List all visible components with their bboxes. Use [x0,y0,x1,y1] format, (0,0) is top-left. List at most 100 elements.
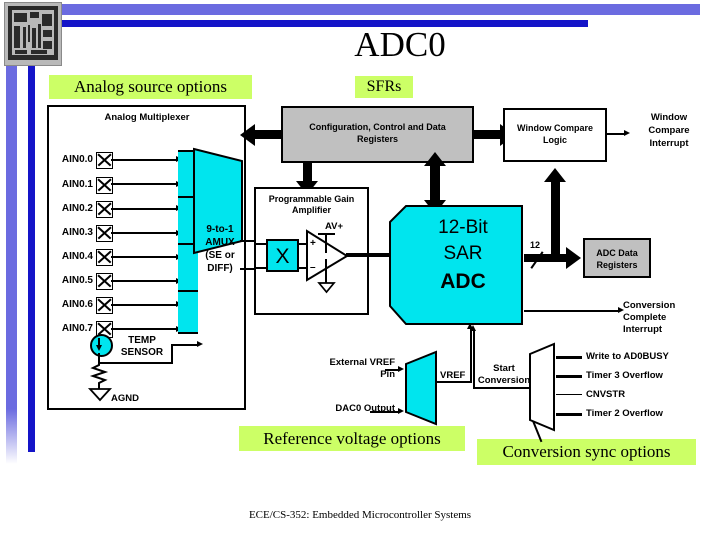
vref-mux-trapezoid [405,350,437,426]
conversion-complete-line3: Interrupt [623,324,663,335]
agnd-icon [87,388,113,402]
pga-supply-stem [325,233,327,253]
pga-gain-symbol: X [275,245,290,268]
vref-out-wire-horz [436,381,472,383]
sync-source-wire-3 [556,413,582,416]
adc-bus-arrow-head [566,247,581,269]
adc-label-line2: SAR [443,243,483,264]
callout-analog-source: Analog source options [49,75,252,99]
external-vref-wire [385,369,399,371]
start-conversion-arrow [470,325,476,331]
sync-source-label-2: CNVSTR [586,389,626,400]
adc-bus-shaft [524,254,570,262]
ain-label-3: AIN0.3 [61,227,93,238]
window-interrupt-line3: Interrupt [649,138,689,149]
pga-in-bot [254,267,267,269]
chip-die-photo [4,2,62,66]
amux-label-line4: DIFF) [207,263,233,274]
sync-source-label-1: Timer 3 Overflow [586,370,663,381]
dac0-output-wire [370,411,399,413]
decor-frame-left [28,20,35,452]
callout-conversion-sync: Conversion sync options [477,439,696,465]
pga-title-line1: Programmable Gain [268,194,355,204]
adc-data-registers-line1: ADC Data [596,248,638,258]
page-title: ADC0 [354,25,446,64]
ain-wire-4 [111,256,176,259]
sfr-arrow-left-head [240,124,255,146]
window-compare-line1: Window Compare [517,123,593,133]
pga-in-top [254,243,267,245]
start-conversion-wire-vert [473,330,475,388]
ain-switch-1[interactable] [96,177,113,194]
pga-supply-label: AV+ [325,221,344,232]
adc-label-line1: 12-Bit [438,217,488,238]
conversion-complete-wire [524,310,619,312]
sync-source-wire-2 [556,394,582,396]
ain-label-6: AIN0.6 [61,299,93,310]
sync-source-label-0: Write to AD0BUSY [586,351,669,362]
agnd-label: AGND [111,393,139,404]
adc-label-line3: ADC [440,270,486,293]
resistor-icon [89,362,109,389]
amux-label-line1: 9-to-1 [206,224,234,235]
pga-gnd-icon [317,282,336,294]
sfr-arrow-adc-head-up [424,152,446,166]
adc-bus-branch-up-shaft [551,180,560,258]
vref-output-label: VREF [440,370,466,381]
ain-label-7: AIN0.7 [61,323,93,334]
pga-title-line2: Amplifier [291,205,331,215]
adc-bus-width-label: 12 [530,240,541,250]
ain-wire-6 [111,304,176,306]
window-compare-out-wire [607,133,625,135]
ain-label-5: AIN0.5 [61,275,93,286]
slide-footer: ECE/CS-352: Embedded Microcontroller Sys… [248,509,472,521]
callout-sfrs: SFRs [355,76,413,98]
conversion-complete-line1: Conversion [623,300,676,311]
pga-output-wire [346,253,390,257]
adc-data-registers-line2: Registers [596,260,638,270]
sync-source-wire-1 [556,375,582,378]
ain-wire-5 [111,280,176,283]
sfr-registers-line1: Configuration, Control and Data [309,122,446,132]
amux-label-line3: (SE or [205,250,235,261]
decor-top-bar [58,4,700,15]
adc-bus-branch-up-head [544,168,566,182]
window-interrupt-line1: Window [650,112,688,123]
window-interrupt-line2: Compare [648,125,690,136]
ain-wire-7 [111,328,176,331]
ain-wire-1 [111,183,176,186]
temp-sensor-label-line1: TEMP [128,335,156,346]
temp-sensor-label-line2: SENSOR [120,347,164,358]
sfr-arrow-left-shaft [253,130,283,139]
amux-pair-divider-4 [178,332,198,334]
pga-opamp-plus: + [310,238,316,249]
temp-sensor-wire-to-amux [171,344,199,347]
decor-left-bar [6,4,17,464]
sfr-arrow-right-shaft [472,130,502,139]
pga-opamp-minus: – [310,262,316,273]
ain-label-2: AIN0.2 [61,203,93,214]
pga-gain-to-opamp-bot [299,267,307,269]
window-compare-line2: Logic [543,135,567,145]
temp-sensor-source-arrow-head [96,345,102,351]
external-vref-line1: External VREF [329,357,395,368]
ain-label-1: AIN0.1 [61,179,93,190]
amux-label-line2: AMUX [205,237,235,248]
conversion-complete-line2: Complete [623,312,667,323]
analog-multiplexer-title: Analog Multiplexer [104,112,190,123]
ain-wire-3 [111,232,176,235]
ain-label-0: AIN0.0 [61,154,93,165]
sfr-registers-line2: Registers [356,134,399,144]
temp-sensor-arrow [197,341,203,347]
temp-sensor-wire-up [171,345,174,364]
adc-data-registers-block [583,238,651,278]
ain-label-4: AIN0.4 [61,251,93,262]
pga-gain-to-opamp-top [299,243,307,245]
slide-canvas: ADC0 Analog source options SFRs Referenc… [0,0,720,540]
start-conversion-mux-trapezoid [529,342,555,432]
callout-reference-voltage: Reference voltage options [239,426,465,451]
amux-pair-divider-3 [178,290,198,292]
sfr-arrow-adc-shaft [430,163,440,205]
ain-wire-2 [111,208,176,210]
external-vref-line2: Pin [380,369,395,380]
